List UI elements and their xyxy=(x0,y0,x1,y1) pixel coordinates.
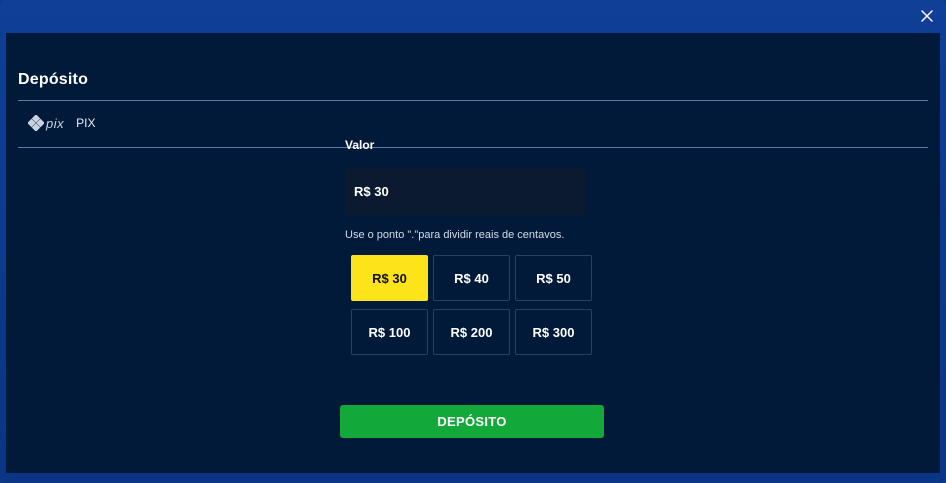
deposit-submit-button[interactable]: DEPÓSITO xyxy=(340,405,604,438)
amount-option-200[interactable]: R$ 200 xyxy=(433,309,510,355)
payment-method-label: PIX xyxy=(76,116,96,130)
pix-icon xyxy=(28,115,44,131)
modal-title: Depósito xyxy=(18,71,89,88)
divider xyxy=(18,100,928,101)
amount-option-30[interactable]: R$ 30 xyxy=(351,255,428,301)
value-label: Valor xyxy=(345,138,375,152)
payment-method-pix[interactable]: pix PIX xyxy=(28,113,95,133)
close-icon xyxy=(921,10,933,22)
amount-option-50[interactable]: R$ 50 xyxy=(515,255,592,301)
amount-option-40[interactable]: R$ 40 xyxy=(433,255,510,301)
decimal-hint: Use o ponto "."para dividir reais de cen… xyxy=(345,229,565,241)
amount-input[interactable] xyxy=(345,167,585,215)
amount-options: R$ 30 R$ 40 R$ 50 R$ 100 R$ 200 R$ 300 xyxy=(351,255,605,355)
close-button[interactable] xyxy=(916,5,938,27)
amount-option-100[interactable]: R$ 100 xyxy=(351,309,428,355)
deposit-form: Valor Use o ponto "."para dividir reais … xyxy=(345,138,605,355)
pix-logo: pix xyxy=(28,115,64,131)
amount-option-300[interactable]: R$ 300 xyxy=(515,309,592,355)
pix-logo-text: pix xyxy=(46,115,65,131)
